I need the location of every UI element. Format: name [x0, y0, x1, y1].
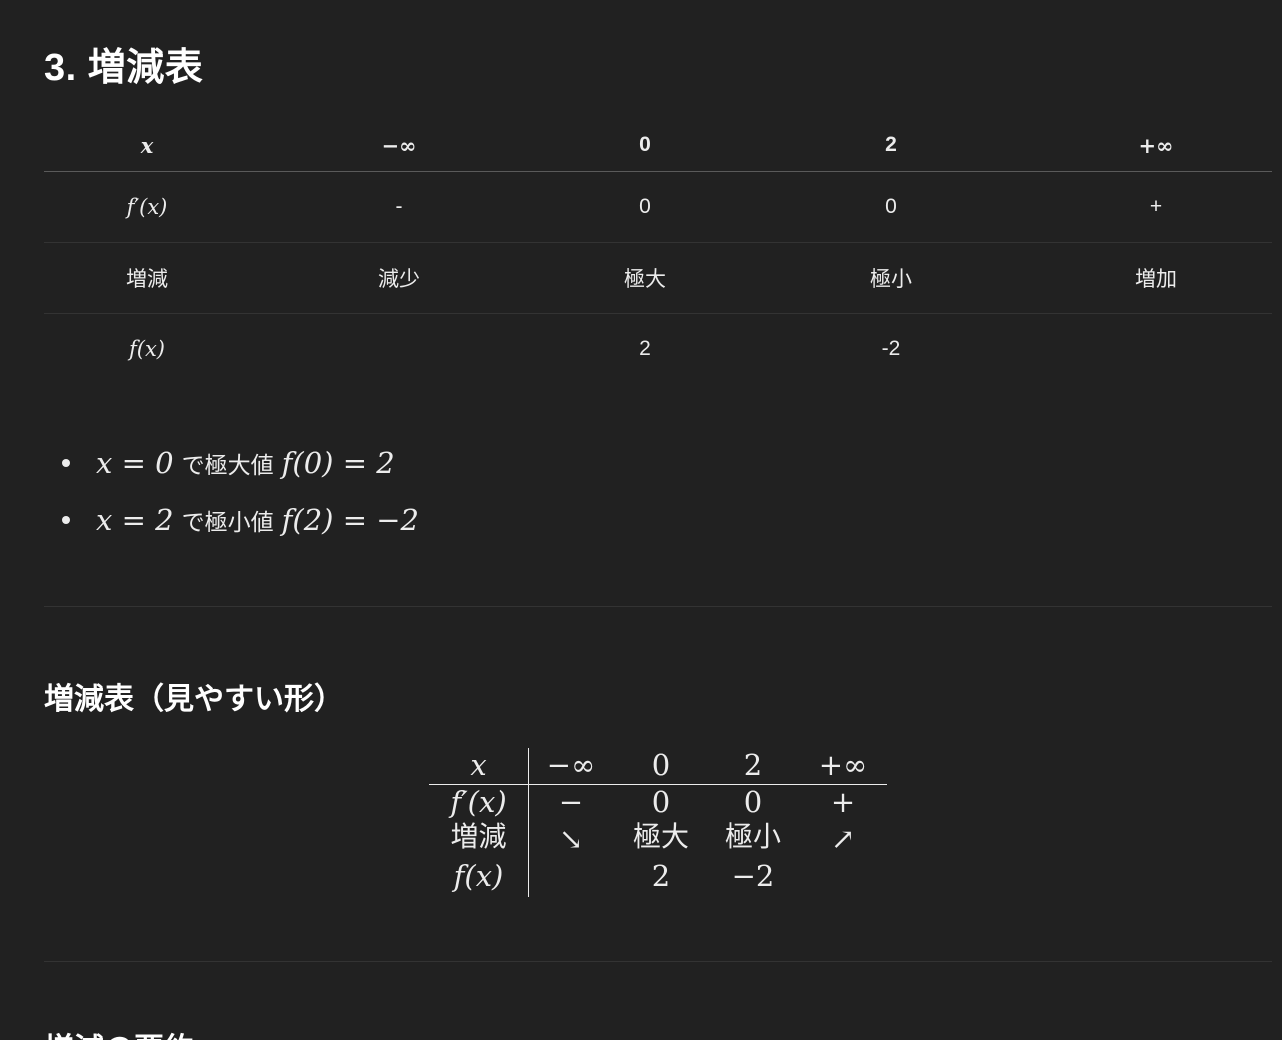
array-label-x: x [470, 748, 487, 782]
header-cell-zero: 0 [548, 114, 742, 172]
table-header-row: x −∞ 0 2 +∞ [44, 114, 1272, 172]
bullet-dot [62, 459, 70, 467]
array-label-derivative: f′(x) [450, 785, 507, 819]
list-item-text: で極小値 [181, 510, 274, 536]
math-lhs: x = 0 [96, 446, 174, 480]
bullet-dot [62, 516, 70, 524]
next-section-heading: 増減の要約 [44, 1024, 194, 1040]
increasing-arrow-icon: ↗ [830, 822, 856, 856]
document-page: 3. 増減表 x −∞ 0 2 +∞ f′(x) - 0 0 + 増減 減少 極… [0, 0, 1282, 1040]
table-row: f(x) 2 -2 [44, 313, 1272, 384]
table-cell: 2 [639, 336, 651, 360]
array-header-cell: −∞ [546, 748, 596, 782]
math-rhs: f(0) = 2 [281, 446, 395, 480]
table-cell: -2 [881, 336, 901, 360]
header-cell-plus-infinity: +∞ [1040, 114, 1272, 172]
row-label-function: f(x) [128, 336, 165, 361]
increase-decrease-table: x −∞ 0 2 +∞ f′(x) - 0 0 + 増減 減少 極大 極小 増加 [44, 114, 1272, 384]
divider [44, 606, 1272, 607]
header-cell-minus-infinity: −∞ [250, 114, 548, 172]
table-cell: 極大 [624, 267, 666, 291]
array-cell: 極小 [724, 820, 781, 853]
table-cell: 0 [639, 194, 651, 218]
list-item-text: で極大値 [181, 453, 274, 479]
row-label-derivative: f′(x) [126, 194, 168, 219]
row-label-trend: 増減 [126, 267, 168, 291]
array-header-cell: 0 [651, 748, 671, 782]
array-cell: 0 [743, 785, 763, 819]
table-cell: 極小 [870, 267, 912, 291]
math-array-table: x f′(x) 増減 f(x) −∞ 0 2 +∞ − 0 0 + ↘ 極大 極… [429, 748, 887, 897]
array-cell: 0 [651, 785, 671, 819]
math-rhs: f(2) = −2 [281, 503, 419, 537]
table-cell: + [1149, 194, 1163, 218]
table-cell: - [395, 194, 403, 218]
table-cell: 減少 [378, 267, 420, 291]
list-item: x = 2 で極小値 f(2) = −2 [58, 495, 419, 552]
array-cell: −2 [731, 859, 775, 893]
array-header-cell: +∞ [818, 748, 868, 782]
array-label-trend: 増減 [450, 820, 507, 853]
array-cell: + [830, 785, 856, 819]
array-cell: 極大 [632, 820, 689, 853]
array-header-cell: 2 [743, 748, 763, 782]
array-cell: 2 [651, 859, 671, 893]
subsection-heading: 増減表（見やすい形） [44, 683, 344, 716]
table-row: f′(x) - 0 0 + [44, 171, 1272, 242]
table-row: 増減 減少 極大 極小 増加 [44, 242, 1272, 313]
extrema-list: x = 0 で極大値 f(0) = 2 x = 2 で極小値 f(2) = −2 [58, 438, 419, 552]
array-label-function: f(x) [453, 859, 504, 893]
table-cell: 0 [885, 194, 897, 218]
table-cell: 増加 [1135, 267, 1177, 291]
array-cell: − [558, 785, 584, 819]
divider [44, 961, 1272, 962]
section-heading: 3. 増減表 [44, 47, 204, 89]
table-cell [1040, 313, 1272, 384]
array-vertical-rule [528, 748, 529, 897]
table-cell [250, 313, 548, 384]
math-lhs: x = 2 [96, 503, 174, 537]
decreasing-arrow-icon: ↘ [558, 822, 584, 856]
list-item: x = 0 で極大値 f(0) = 2 [58, 438, 419, 495]
header-cell-x: x [44, 114, 250, 172]
header-cell-two: 2 [742, 114, 1040, 172]
